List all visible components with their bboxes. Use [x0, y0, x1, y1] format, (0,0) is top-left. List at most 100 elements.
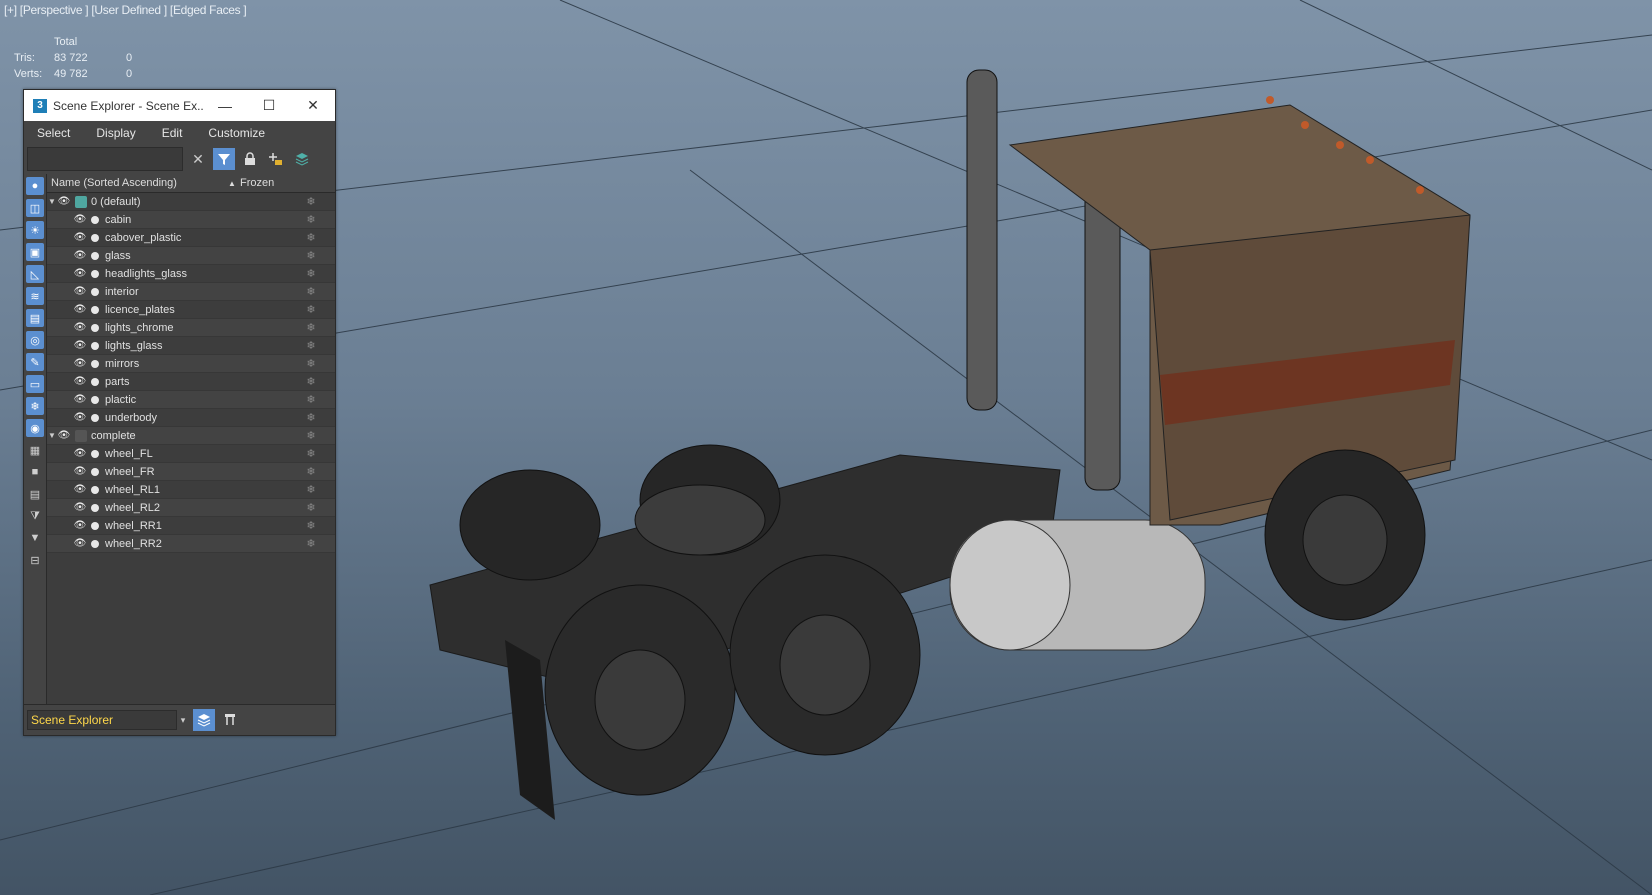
expand-arrow-icon[interactable]: ▼ — [47, 197, 57, 206]
display-none-icon[interactable]: ■ — [26, 463, 44, 481]
object-row[interactable]: 👁 underbody ❄ — [47, 409, 335, 427]
expand-arrow-icon[interactable]: ▼ — [47, 431, 57, 440]
frozen-icon[interactable]: ❄ — [287, 447, 335, 460]
object-row[interactable]: 👁 glass ❄ — [47, 247, 335, 265]
eye-icon[interactable]: 👁 — [73, 520, 87, 531]
frozen-icon[interactable]: ❄ — [287, 195, 335, 208]
eye-icon[interactable]: 👁 — [73, 214, 87, 225]
basket-icon[interactable]: ⊟ — [26, 551, 44, 569]
eye-icon[interactable]: 👁 — [73, 538, 87, 549]
menu-select[interactable]: Select — [24, 126, 83, 140]
display-spacewarps-icon[interactable]: ≋ — [26, 287, 44, 305]
object-row[interactable]: 👁 lights_chrome ❄ — [47, 319, 335, 337]
clear-search-icon[interactable]: ✕ — [187, 148, 209, 170]
eye-icon[interactable]: 👁 — [73, 232, 87, 243]
add-layer-icon[interactable] — [265, 148, 287, 170]
display-groups-icon[interactable]: ▤ — [26, 309, 44, 327]
frozen-icon[interactable]: ❄ — [287, 537, 335, 550]
eye-icon[interactable]: 👁 — [73, 484, 87, 495]
frozen-icon[interactable]: ❄ — [287, 483, 335, 496]
display-shapes-icon[interactable]: ◫ — [26, 199, 44, 217]
menu-customize[interactable]: Customize — [195, 126, 278, 140]
display-containers-icon[interactable]: ▭ — [26, 375, 44, 393]
display-invert-icon[interactable]: ▤ — [26, 485, 44, 503]
frozen-icon[interactable]: ❄ — [287, 267, 335, 280]
object-row[interactable]: 👁 headlights_glass ❄ — [47, 265, 335, 283]
frozen-icon[interactable]: ❄ — [287, 213, 335, 226]
frozen-icon[interactable]: ❄ — [287, 429, 335, 442]
object-row[interactable]: 👁 cabin ❄ — [47, 211, 335, 229]
frozen-icon[interactable]: ❄ — [287, 285, 335, 298]
eye-icon[interactable]: 👁 — [57, 430, 71, 441]
object-row[interactable]: 👁 wheel_RL2 ❄ — [47, 499, 335, 517]
viewport-label[interactable]: [+] [Perspective ] [User Defined ] [Edge… — [4, 3, 247, 17]
frozen-icon[interactable]: ❄ — [287, 411, 335, 424]
close-button[interactable]: ✕ — [291, 90, 335, 121]
chevron-down-icon[interactable]: ▾ — [177, 710, 189, 730]
object-row[interactable]: 👁 lights_glass ❄ — [47, 337, 335, 355]
funnel-icon[interactable] — [213, 148, 235, 170]
display-xrefs-icon[interactable]: ◎ — [26, 331, 44, 349]
title-bar[interactable]: 3 Scene Explorer - Scene Ex... — ☐ ✕ — [24, 90, 335, 121]
eye-icon[interactable]: 👁 — [73, 448, 87, 459]
lock-icon[interactable] — [239, 148, 261, 170]
object-row[interactable]: 👁 interior ❄ — [47, 283, 335, 301]
menu-edit[interactable]: Edit — [149, 126, 196, 140]
eye-icon[interactable]: 👁 — [73, 412, 87, 423]
display-all-icon[interactable]: ▦ — [26, 441, 44, 459]
eye-icon[interactable]: 👁 — [73, 376, 87, 387]
object-row[interactable]: 👁 wheel_RL1 ❄ — [47, 481, 335, 499]
eye-icon[interactable]: 👁 — [73, 502, 87, 513]
frozen-icon[interactable]: ❄ — [287, 249, 335, 262]
frozen-icon[interactable]: ❄ — [287, 339, 335, 352]
object-row[interactable]: 👁 plactic ❄ — [47, 391, 335, 409]
menu-display[interactable]: Display — [83, 126, 148, 140]
eye-icon[interactable]: 👁 — [73, 250, 87, 261]
search-input[interactable] — [27, 147, 183, 171]
sort-by-layer-icon[interactable] — [193, 709, 215, 731]
frozen-icon[interactable]: ❄ — [287, 501, 335, 514]
minimize-button[interactable]: — — [203, 90, 247, 121]
object-row[interactable]: 👁 wheel_RR1 ❄ — [47, 517, 335, 535]
eye-icon[interactable]: 👁 — [73, 322, 87, 333]
eye-icon[interactable]: 👁 — [73, 340, 87, 351]
frozen-icon[interactable]: ❄ — [287, 231, 335, 244]
column-frozen[interactable]: Frozen — [238, 177, 274, 189]
object-row[interactable]: 👁 cabover_plastic ❄ — [47, 229, 335, 247]
maximize-button[interactable]: ☐ — [247, 90, 291, 121]
display-hidden-icon[interactable]: ◉ — [26, 419, 44, 437]
filter-selected-icon[interactable]: ⧩ — [26, 507, 44, 525]
layers-icon[interactable] — [291, 148, 313, 170]
sort-ascending-icon[interactable]: ▲ — [228, 179, 238, 188]
object-row[interactable]: 👁 parts ❄ — [47, 373, 335, 391]
sort-by-hierarchy-icon[interactable] — [219, 709, 241, 731]
frozen-icon[interactable]: ❄ — [287, 303, 335, 316]
layer-row[interactable]: ▼ 👁 0 (default) ❄ — [47, 193, 335, 211]
object-row[interactable]: 👁 wheel_FL ❄ — [47, 445, 335, 463]
object-row[interactable]: 👁 mirrors ❄ — [47, 355, 335, 373]
layer-row[interactable]: ▼ 👁 complete ❄ — [47, 427, 335, 445]
object-row[interactable]: 👁 wheel_RR2 ❄ — [47, 535, 335, 553]
eye-icon[interactable]: 👁 — [73, 394, 87, 405]
display-lights-icon[interactable]: ☀ — [26, 221, 44, 239]
frozen-icon[interactable]: ❄ — [287, 321, 335, 334]
eye-icon[interactable]: 👁 — [73, 466, 87, 477]
filter-icon[interactable]: ▼ — [26, 529, 44, 547]
frozen-icon[interactable]: ❄ — [287, 393, 335, 406]
object-row[interactable]: 👁 licence_plates ❄ — [47, 301, 335, 319]
display-cameras-icon[interactable]: ▣ — [26, 243, 44, 261]
display-helpers-icon[interactable]: ◺ — [26, 265, 44, 283]
explorer-combo[interactable]: Scene Explorer — [27, 710, 177, 730]
frozen-icon[interactable]: ❄ — [287, 465, 335, 478]
frozen-icon[interactable]: ❄ — [287, 357, 335, 370]
display-bones-icon[interactable]: ✎ — [26, 353, 44, 371]
eye-icon[interactable]: 👁 — [73, 268, 87, 279]
eye-icon[interactable]: 👁 — [73, 304, 87, 315]
object-row[interactable]: 👁 wheel_FR ❄ — [47, 463, 335, 481]
display-geometry-icon[interactable]: ● — [26, 177, 44, 195]
eye-icon[interactable]: 👁 — [73, 286, 87, 297]
eye-icon[interactable]: 👁 — [57, 196, 71, 207]
frozen-icon[interactable]: ❄ — [287, 519, 335, 532]
eye-icon[interactable]: 👁 — [73, 358, 87, 369]
display-frozen-icon[interactable]: ❄ — [26, 397, 44, 415]
